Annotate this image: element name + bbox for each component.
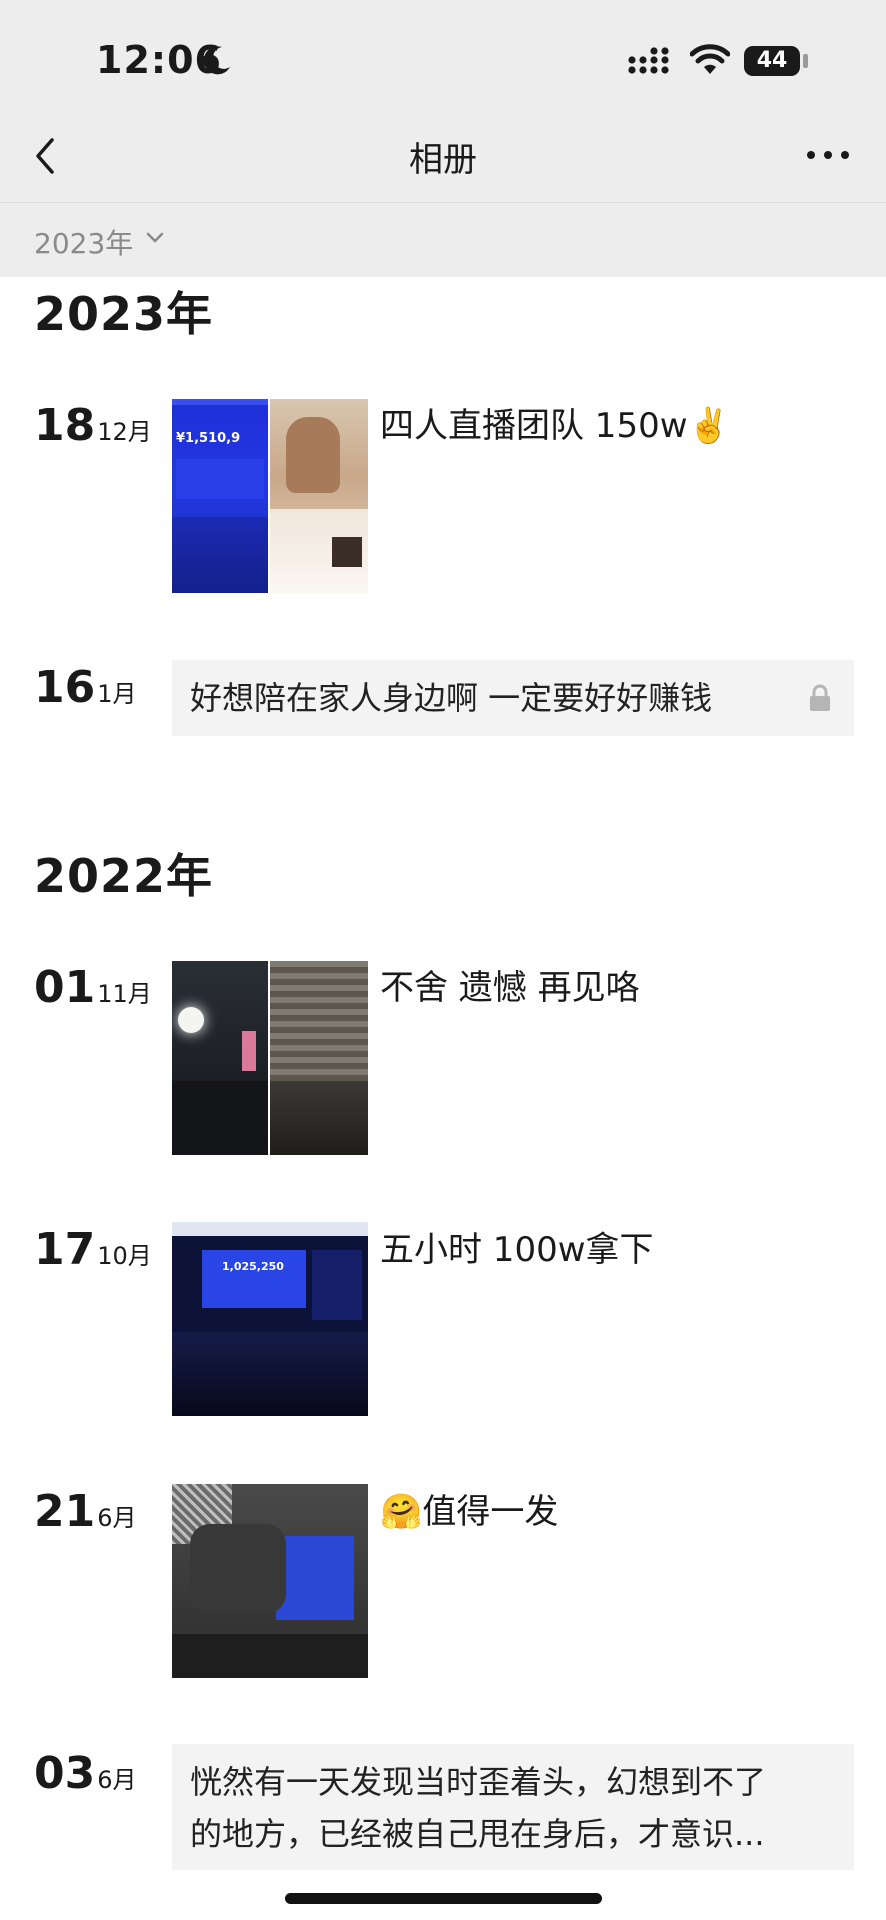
year-filter-button[interactable]: 2023年 (34, 222, 133, 262)
entry-month: 6月 (97, 1504, 137, 1532)
photo-figure-shape (242, 1031, 256, 1071)
photo-light-shape (178, 1007, 204, 1033)
entry-date: 036月 (34, 1748, 137, 1799)
entry-month: 10月 (97, 1242, 152, 1270)
battery-nub (803, 54, 808, 68)
entry-caption: 不舍 遗憾 再见咯 (380, 968, 640, 1008)
chevron-down-icon[interactable] (146, 232, 164, 244)
entry-day: 21 (34, 1486, 96, 1537)
home-indicator[interactable] (285, 1893, 602, 1904)
entry-date: 1710月 (34, 1224, 152, 1275)
text-post-content: 好想陪在家人身边啊 一定要好好赚钱 (190, 679, 713, 717)
entry-day: 18 (34, 400, 96, 451)
photo-thumbnail[interactable] (172, 961, 268, 1155)
photo-stats-block (176, 459, 264, 499)
entry-caption: 四人直播团队 150w✌️ (380, 406, 730, 446)
photo-thumbnail[interactable] (270, 399, 368, 593)
photo-blur-figure (190, 1524, 286, 1614)
text-post-line: 恍然有一天发现当时歪着头，幻想到不了 (190, 1763, 767, 1801)
text-post-card[interactable]: 好想陪在家人身边啊 一定要好好赚钱 (172, 660, 854, 736)
photo-thumbnail[interactable]: ¥1,510,9 (172, 399, 268, 593)
photo-floor-block (270, 1081, 368, 1155)
entry-caption: 🤗值得一发 (380, 1492, 559, 1532)
entry-date: 1812月 (34, 400, 152, 451)
entry-day: 03 (34, 1748, 96, 1799)
more-options-icon[interactable] (806, 150, 850, 160)
photo-thumbnail[interactable] (172, 1484, 368, 1678)
entry-month: 6月 (97, 1766, 137, 1794)
cellular-signal-icon (628, 47, 669, 74)
entry-day: 17 (34, 1224, 96, 1275)
photo-sales-text: ¥1,510,9 (176, 431, 241, 446)
photo-screen-figure: 1,025,250 (222, 1260, 284, 1273)
photo-boots-shape (286, 417, 340, 493)
photo-lower-block (172, 517, 268, 593)
entry-date: 161月 (34, 662, 137, 713)
battery-level: 44 (756, 48, 788, 73)
text-post-card[interactable]: 恍然有一天发现当时歪着头，幻想到不了 的地方，已经被自己甩在身后，才意识... (172, 1744, 854, 1870)
photo-header-strip (172, 399, 268, 405)
entry-month: 12月 (97, 418, 152, 446)
entry-month: 1月 (97, 680, 137, 708)
photo-monitor-screen (276, 1536, 354, 1620)
photo-thumbnail[interactable]: 1,025,250 (172, 1222, 368, 1416)
photo-thumbnail[interactable] (270, 961, 368, 1155)
year-heading: 2023年 (34, 287, 214, 341)
text-post-line: 的地方，已经被自己甩在身后，才意识... (190, 1815, 765, 1853)
photo-screen-panel (202, 1250, 306, 1308)
photo-floor-block (172, 1081, 268, 1155)
entry-date: 0111月 (34, 962, 152, 1013)
entry-caption: 五小时 100w拿下 (380, 1230, 654, 1270)
lock-icon (810, 684, 830, 711)
photo-screen-lower (172, 1332, 368, 1416)
photo-floor-block (172, 1634, 368, 1678)
photo-screen-chart (312, 1250, 362, 1320)
moon-icon (203, 46, 230, 75)
page-title: 相册 (409, 140, 477, 180)
year-heading: 2022年 (34, 849, 214, 903)
entry-day: 01 (34, 962, 96, 1013)
entry-day: 16 (34, 662, 96, 713)
photo-screen-topbar (172, 1222, 368, 1236)
wifi-icon (690, 44, 730, 74)
photo-inset-block (332, 537, 362, 567)
entry-date: 216月 (34, 1486, 137, 1537)
entry-month: 11月 (97, 980, 152, 1008)
